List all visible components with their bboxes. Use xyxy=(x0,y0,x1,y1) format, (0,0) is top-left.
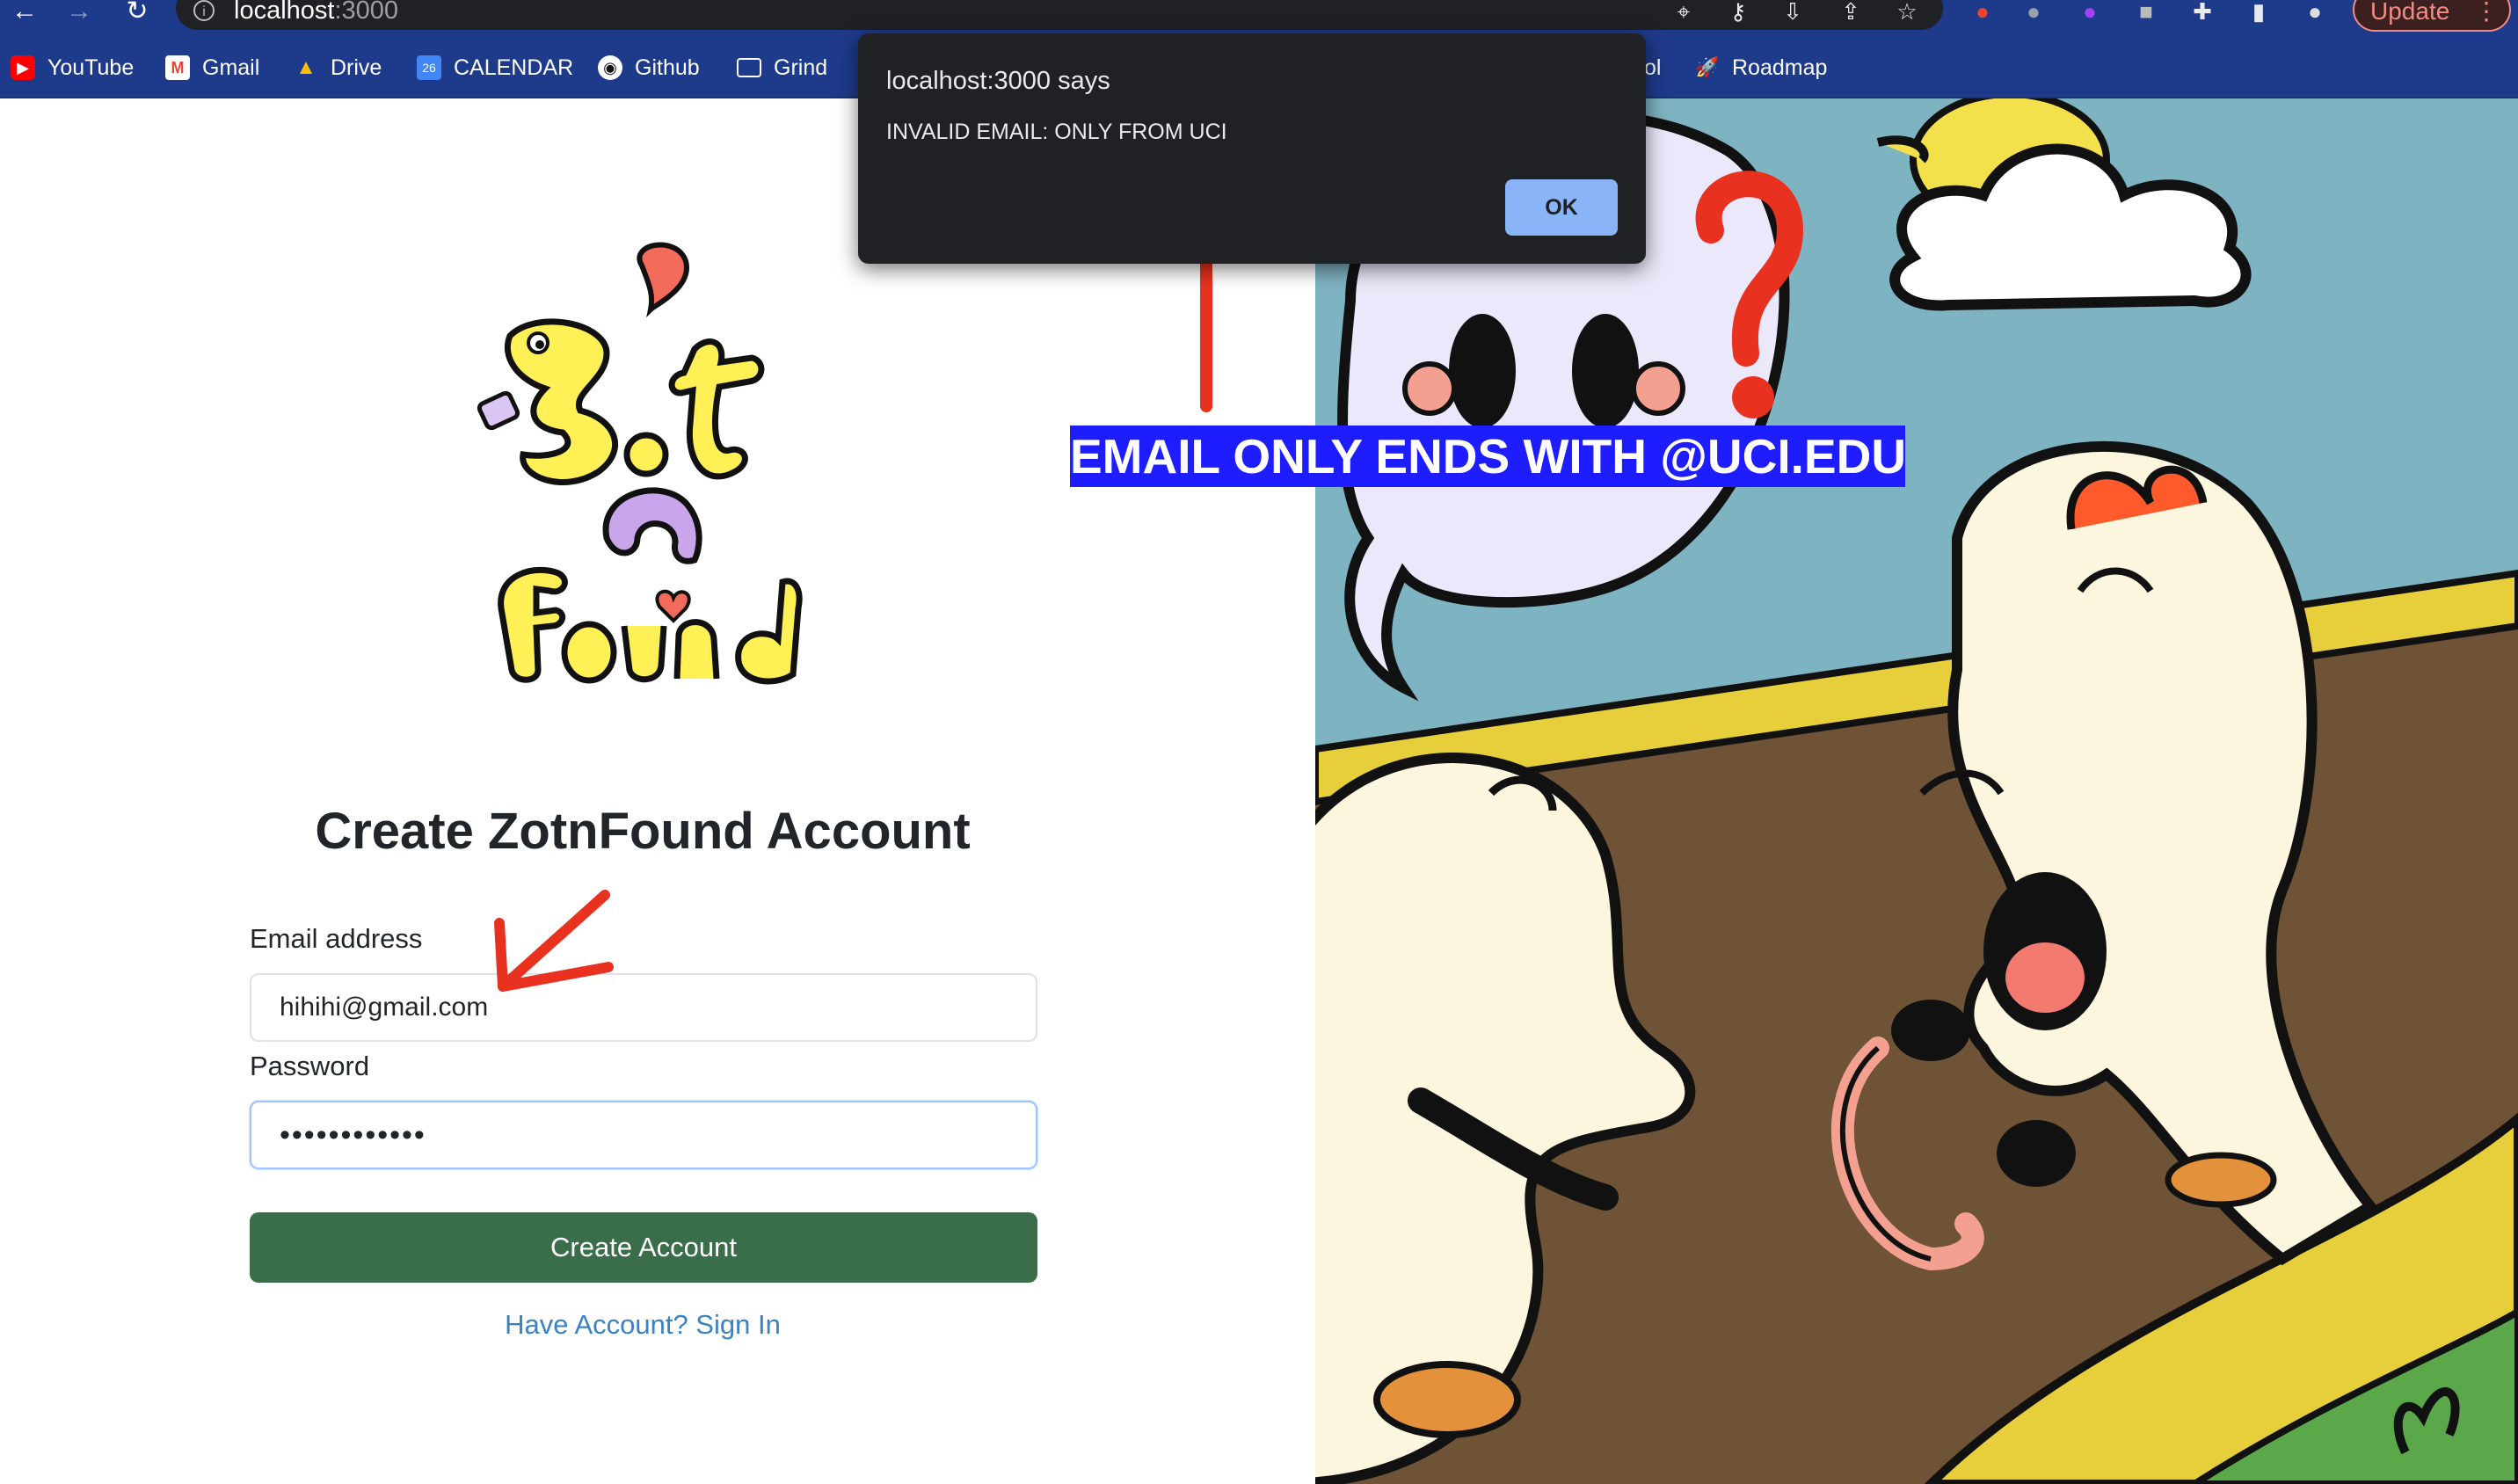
browser-toolbar: ← → ↻ i localhost:3000 ⌖ ⚷ ⇩ ⇪ ☆ ● ● ● ■… xyxy=(0,0,2518,33)
page-title: Create ZotnFound Account xyxy=(315,803,971,860)
anteater-illustration xyxy=(1315,98,2518,1484)
url-text: localhost:3000 xyxy=(234,0,399,25)
bookmark-calendar[interactable]: 26 CALENDAR xyxy=(417,53,573,83)
calendar-icon: 26 xyxy=(417,55,441,80)
ok-button[interactable]: OK xyxy=(1505,179,1618,236)
bookmark-github[interactable]: ◉ Github xyxy=(598,53,700,83)
email-label: Email address xyxy=(250,923,423,954)
bookmark-grind[interactable]: Grind xyxy=(737,53,827,83)
extension-icon[interactable]: ■ xyxy=(2133,0,2159,25)
reload-icon[interactable]: ↻ xyxy=(120,0,155,26)
puzzle-icon[interactable]: ✚ xyxy=(2189,0,2216,25)
dialog-message: INVALID EMAIL: ONLY FROM UCI xyxy=(886,120,1227,144)
folder-icon xyxy=(737,58,761,77)
extension-icon[interactable]: ● xyxy=(2077,0,2103,25)
password-field[interactable]: •••••••••••• xyxy=(250,1101,1037,1169)
update-button[interactable]: Update ⋮ xyxy=(2353,0,2511,32)
password-label: Password xyxy=(250,1051,370,1081)
sign-in-link[interactable]: Have Account? Sign In xyxy=(0,1309,1285,1341)
rocket-icon: 🚀 xyxy=(1695,56,1720,78)
extension-icon[interactable]: ● xyxy=(1969,0,1996,25)
bookmark-youtube[interactable]: ▶ YouTube xyxy=(11,53,134,83)
alert-dialog: localhost:3000 says INVALID EMAIL: ONLY … xyxy=(858,33,1646,264)
signup-panel: Create ZotnFound Account Email address h… xyxy=(0,98,1315,1484)
location-icon[interactable]: ⌖ xyxy=(1670,0,1697,25)
gmail-icon: M xyxy=(165,55,190,80)
annotation-banner: EMAIL ONLY ENDS WITH @UCI.EDU xyxy=(1070,426,1906,487)
bookmark-roadmap[interactable]: 🚀 Roadmap xyxy=(1695,53,1827,83)
email-field[interactable]: hihihi@gmail.com xyxy=(250,973,1037,1042)
github-icon: ◉ xyxy=(598,55,622,80)
youtube-icon: ▶ xyxy=(11,55,35,80)
extension-icon[interactable]: ● xyxy=(2020,0,2047,25)
share-icon[interactable]: ⇪ xyxy=(1838,0,1864,25)
side-panel-icon[interactable]: ▮ xyxy=(2245,0,2272,25)
install-icon[interactable]: ⇩ xyxy=(1779,0,1806,25)
bookmark-star-icon[interactable]: ☆ xyxy=(1894,0,1920,25)
site-info-icon[interactable]: i xyxy=(193,0,215,21)
key-icon[interactable]: ⚷ xyxy=(1725,0,1751,25)
bookmark-drive[interactable]: ▲ Drive xyxy=(294,53,382,83)
bookmark-tool[interactable]: ol xyxy=(1644,53,1661,83)
drive-icon: ▲ xyxy=(295,55,317,79)
zotnfound-logo xyxy=(477,242,803,685)
create-account-button[interactable]: Create Account xyxy=(250,1212,1037,1283)
back-icon[interactable]: ← xyxy=(7,0,42,26)
bookmark-gmail[interactable]: M Gmail xyxy=(165,53,259,83)
forward-icon[interactable]: → xyxy=(62,0,97,26)
profile-avatar[interactable]: ● xyxy=(2302,0,2328,25)
dialog-title: localhost:3000 says xyxy=(886,67,1110,95)
